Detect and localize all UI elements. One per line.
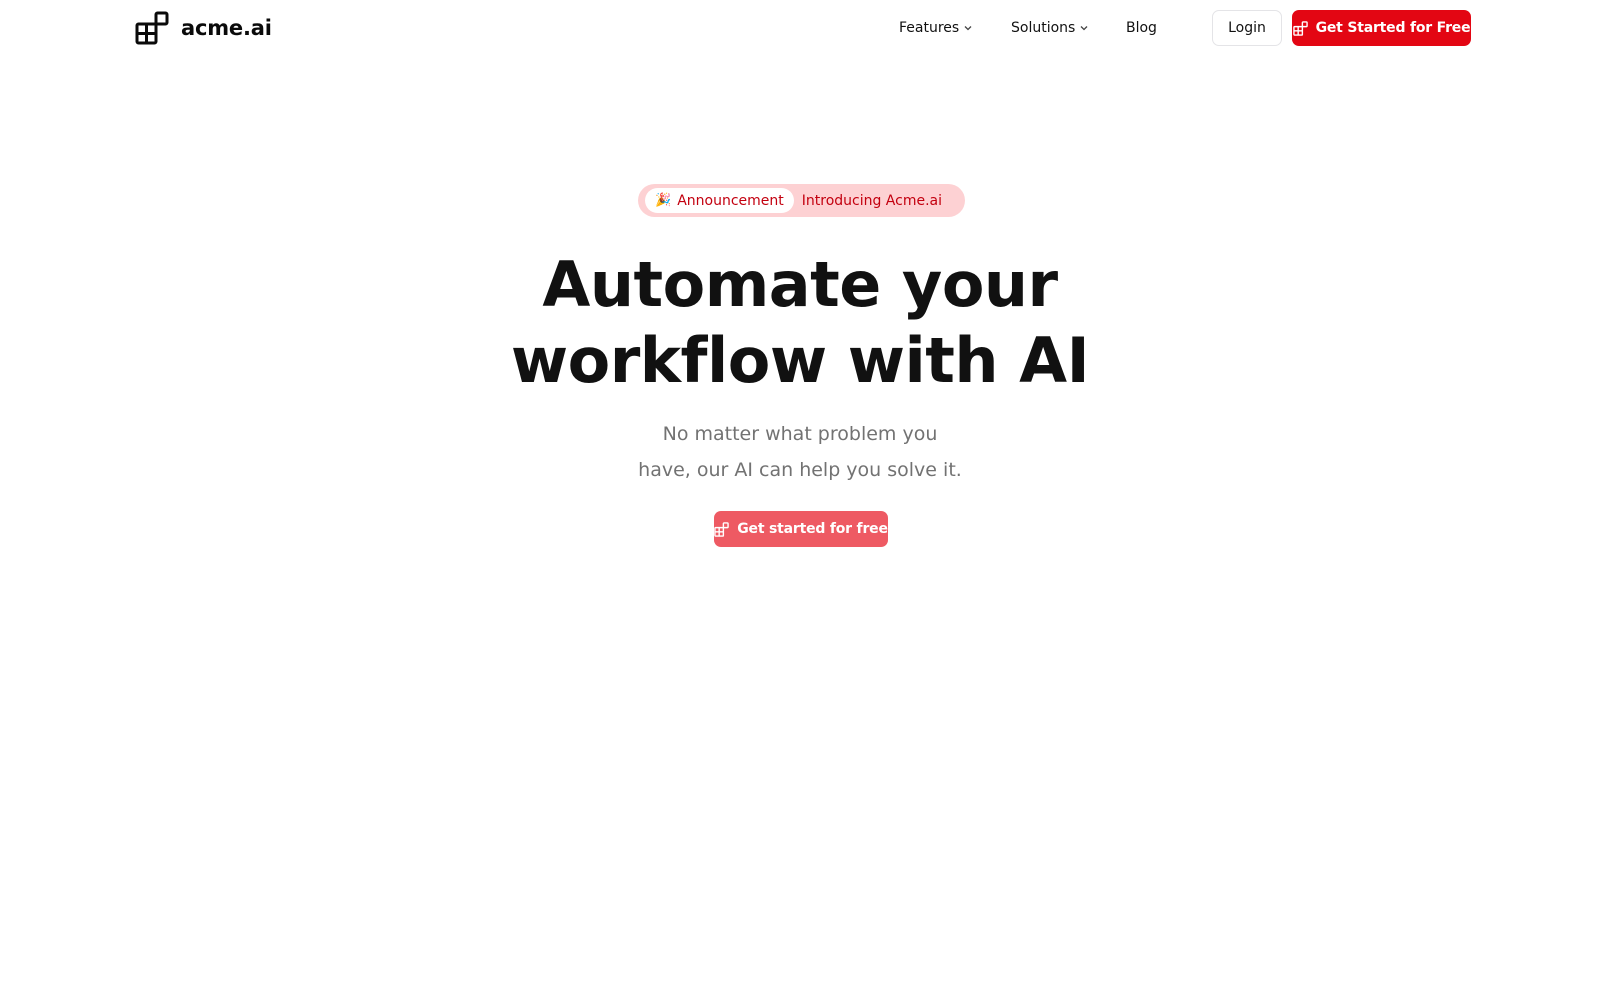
nav-solutions-label: Solutions: [1011, 20, 1076, 36]
hero-title-line-2: workflow with AI: [510, 324, 1090, 397]
hero-get-started-label: Get started for free: [737, 521, 888, 537]
get-started-button-label: Get Started for Free: [1315, 20, 1471, 36]
nav-features-label: Features: [899, 20, 960, 36]
nav-solutions[interactable]: Solutions: [1011, 18, 1089, 38]
hero-title-line-1: Automate your: [542, 248, 1058, 321]
brand-link[interactable]: acme.ai: [135, 11, 272, 45]
blocks-logo-icon: [135, 11, 169, 45]
hero-title: Automate your workflow with AI: [400, 247, 1200, 399]
announcement-banner[interactable]: 🎉 Announcement Introducing Acme.ai: [638, 184, 965, 217]
nav-blog-label: Blog: [1126, 20, 1157, 36]
top-navbar: acme.ai Features Solutions Blog Login Ge…: [0, 0, 1600, 57]
announcement-text: Introducing Acme.ai: [801, 192, 943, 209]
hero-subtitle-line-1: No matter what problem you: [662, 423, 938, 445]
blocks-icon: [714, 521, 730, 537]
hero-subtitle-line-2: have, our AI can help you solve it.: [638, 459, 962, 481]
hero-subtitle: No matter what problem you have, our AI …: [600, 416, 1000, 488]
announcement-badge: 🎉 Announcement: [645, 188, 794, 213]
announcement-badge-label: Announcement: [677, 192, 784, 209]
get-started-button[interactable]: Get Started for Free: [1292, 10, 1471, 46]
login-button-label: Login: [1228, 20, 1266, 36]
nav-features[interactable]: Features: [899, 18, 973, 38]
blocks-icon: [1292, 20, 1308, 36]
nav-blog[interactable]: Blog: [1126, 18, 1157, 38]
hero-get-started-button[interactable]: Get started for free: [714, 511, 888, 547]
chevron-down-icon: [1080, 26, 1088, 31]
party-popper-icon: 🎉: [655, 193, 672, 208]
brand-name: acme.ai: [181, 16, 272, 40]
chevron-down-icon: [964, 26, 972, 31]
login-button[interactable]: Login: [1212, 10, 1282, 46]
